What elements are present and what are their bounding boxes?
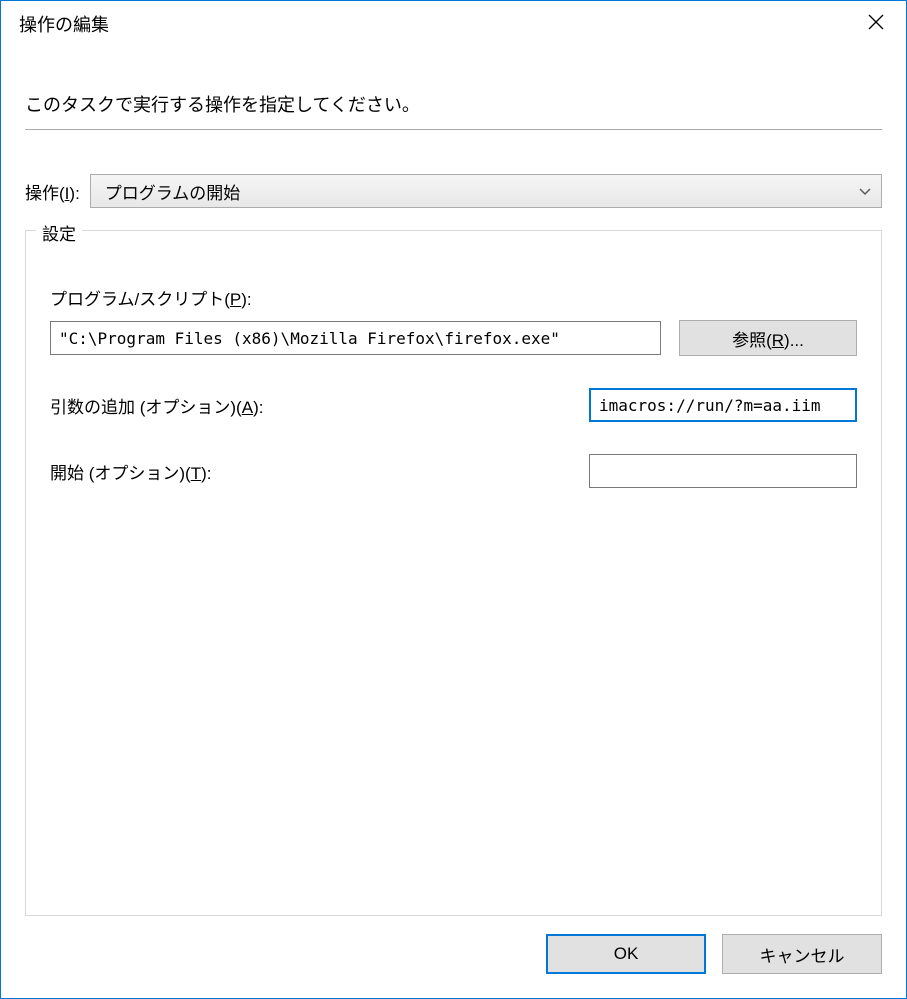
- close-icon: [868, 14, 884, 34]
- action-row: 操作(I): プログラムの開始: [25, 174, 882, 208]
- chevron-down-icon: [859, 181, 871, 201]
- action-dropdown[interactable]: プログラムの開始: [90, 174, 882, 208]
- dialog-window: 操作の編集 このタスクで実行する操作を指定してください。 操作(I): プログラ…: [0, 0, 907, 999]
- startin-label-suffix: ):: [201, 464, 211, 483]
- arguments-field: 引数の追加 (オプション)(A):: [50, 388, 857, 422]
- arguments-label: 引数の追加 (オプション)(A):: [50, 393, 263, 418]
- browse-button[interactable]: 参照(R)...: [679, 320, 857, 356]
- browse-label-suffix: )...: [784, 331, 804, 350]
- startin-field: 開始 (オプション)(T):: [50, 454, 857, 488]
- startin-label-key: T: [191, 464, 201, 483]
- arguments-input[interactable]: [589, 388, 857, 422]
- arguments-label-prefix: 引数の追加 (オプション)(: [50, 398, 242, 417]
- browse-label-prefix: 参照(: [732, 331, 772, 350]
- ok-button[interactable]: OK: [546, 934, 706, 974]
- settings-legend: 設定: [36, 220, 82, 245]
- titlebar: 操作の編集: [1, 1, 906, 47]
- action-dropdown-value: プログラムの開始: [105, 179, 241, 204]
- program-label-prefix: プログラム/スクリプト(: [50, 290, 230, 309]
- arguments-label-suffix: ):: [253, 398, 263, 417]
- arguments-label-key: A: [242, 398, 253, 417]
- browse-label-key: R: [772, 331, 784, 350]
- window-title: 操作の編集: [19, 11, 109, 37]
- dialog-footer: OK キャンセル: [1, 916, 906, 998]
- program-field: プログラム/スクリプト(P): 参照(R)...: [50, 285, 857, 356]
- startin-label: 開始 (オプション)(T):: [50, 459, 212, 484]
- startin-label-prefix: 開始 (オプション)(: [50, 464, 191, 483]
- program-label-key: P: [230, 290, 241, 309]
- program-path-input[interactable]: [50, 321, 661, 355]
- settings-group: 設定 プログラム/スクリプト(P): 参照(R)... 引数の追加 (オプション…: [25, 230, 882, 916]
- close-button[interactable]: [846, 1, 906, 47]
- content-area: このタスクで実行する操作を指定してください。 操作(I): プログラムの開始 設…: [1, 47, 906, 916]
- action-label-prefix: 操作(: [25, 184, 65, 203]
- action-label: 操作(I):: [25, 179, 80, 204]
- startin-input[interactable]: [589, 454, 857, 488]
- cancel-button[interactable]: キャンセル: [722, 934, 882, 974]
- program-label: プログラム/スクリプト(P):: [50, 285, 857, 310]
- program-row: 参照(R)...: [50, 320, 857, 356]
- program-label-suffix: ):: [241, 290, 251, 309]
- action-label-suffix: ):: [69, 184, 79, 203]
- instruction-text: このタスクで実行する操作を指定してください。: [25, 91, 882, 130]
